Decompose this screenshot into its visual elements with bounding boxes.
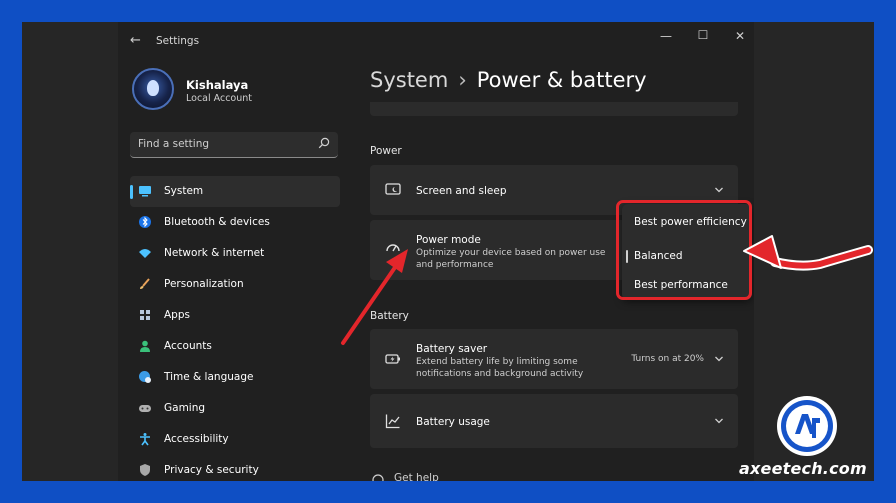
annotation-overlay — [341, 235, 873, 345]
axeetech-logo — [777, 396, 837, 456]
curved-red-arrow-to-dropdown — [743, 235, 873, 271]
red-arrow-to-power-mode — [341, 249, 408, 345]
watermark-text: axeetech.com — [739, 459, 867, 478]
